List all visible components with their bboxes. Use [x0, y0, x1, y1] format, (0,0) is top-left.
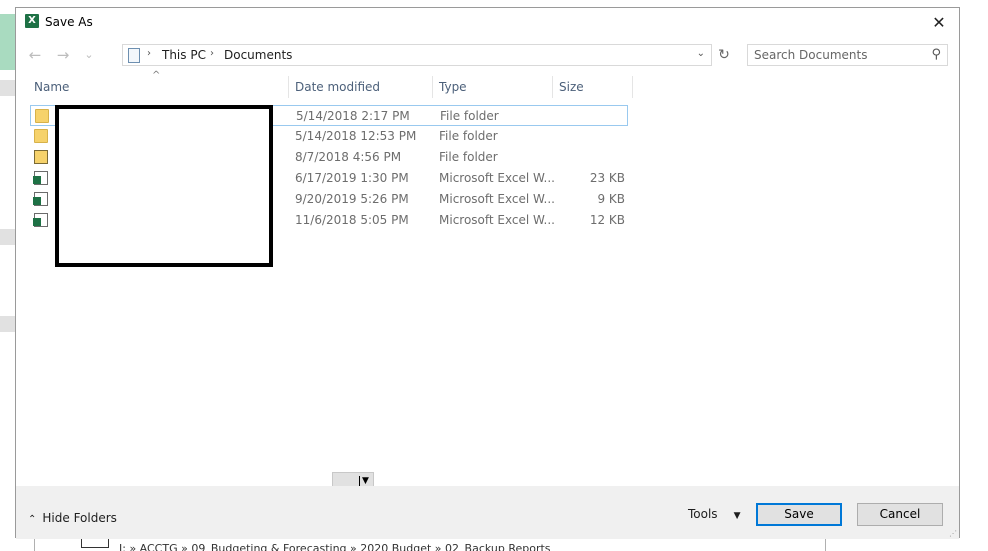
- hide-folders-label: Hide Folders: [42, 511, 117, 525]
- folder-icon: [34, 129, 48, 143]
- address-dropdown-icon[interactable]: ⌄: [697, 48, 705, 59]
- breadcrumb-documents[interactable]: Documents: [224, 48, 292, 62]
- title-bar: X Save As ✕: [16, 8, 959, 38]
- background-excel-cell: [0, 80, 16, 96]
- excel-app-icon: X: [25, 14, 39, 28]
- column-headers: ^ Name Date modified Type Size: [16, 70, 633, 98]
- background-excel-cell: [0, 229, 16, 245]
- breadcrumb-this-pc[interactable]: This PC: [162, 48, 206, 62]
- recent-locations-icon[interactable]: ⌄: [80, 46, 98, 64]
- file-size: 9 KB: [597, 192, 625, 206]
- background-excel-cell: [0, 316, 16, 332]
- excel-file-icon: [33, 171, 48, 185]
- file-size: 23 KB: [589, 171, 625, 185]
- file-date: 8/7/2018 4:56 PM: [295, 150, 402, 164]
- dropdown-arrow-icon[interactable]: ▼: [362, 476, 369, 486]
- file-type: Microsoft Excel W...: [439, 213, 555, 227]
- address-bar[interactable]: › This PC › Documents ⌄: [122, 44, 712, 66]
- redaction-box: [55, 105, 273, 267]
- cancel-button[interactable]: Cancel: [857, 503, 943, 526]
- file-type: Microsoft Excel W...: [439, 171, 555, 185]
- chevron-up-icon: ⌃: [28, 514, 37, 525]
- resize-grip-icon[interactable]: ⋰: [949, 529, 957, 538]
- tools-label: Tools: [688, 507, 718, 521]
- search-icon[interactable]: ⚲: [931, 47, 941, 62]
- folder-icon: [35, 109, 49, 123]
- file-date: 5/14/2018 2:17 PM: [296, 109, 410, 123]
- column-header-size[interactable]: Size: [553, 76, 633, 98]
- excel-file-icon: [33, 192, 48, 206]
- tools-menu-button[interactable]: Tools ▼: [688, 507, 740, 521]
- dropdown-arrow-icon: ▼: [733, 511, 741, 521]
- search-box[interactable]: ⚲: [747, 44, 948, 66]
- file-type: File folder: [439, 150, 498, 164]
- file-date: 9/20/2019 5:26 PM: [295, 192, 409, 206]
- save-button[interactable]: Save: [756, 503, 842, 526]
- dialog-footer: ⌃ Hide Folders Tools ▼ Save Cancel ⋰: [16, 486, 959, 539]
- background-path-text: J: » ACCTG » 09_Budgeting & Forecasting …: [119, 542, 551, 551]
- background-path-bar: J: » ACCTG » 09_Budgeting & Forecasting …: [34, 537, 826, 551]
- search-input[interactable]: [754, 47, 924, 63]
- file-type: File folder: [440, 109, 499, 123]
- documents-location-icon: [128, 48, 140, 63]
- column-header-date[interactable]: Date modified: [289, 76, 433, 98]
- back-arrow-icon[interactable]: ←: [26, 46, 44, 64]
- navigation-bar: ← → ⌄ › This PC › Documents ⌄ ↻ ⚲: [16, 44, 959, 68]
- column-header-type[interactable]: Type: [433, 76, 553, 98]
- column-header-name[interactable]: Name: [28, 76, 289, 98]
- save-as-dialog: X Save As ✕ ← → ⌄ › This PC › Documents …: [15, 7, 960, 539]
- file-size: 12 KB: [589, 213, 625, 227]
- close-button[interactable]: ✕: [923, 10, 955, 36]
- dialog-title: Save As: [45, 15, 93, 29]
- excel-file-icon: [33, 213, 48, 227]
- file-type: File folder: [439, 129, 498, 143]
- background-excel-cell: [0, 14, 16, 70]
- file-date: 5/14/2018 12:53 PM: [295, 129, 417, 143]
- file-date: 6/17/2019 1:30 PM: [295, 171, 409, 185]
- file-date: 11/6/2018 5:05 PM: [295, 213, 409, 227]
- hide-folders-button[interactable]: ⌃ Hide Folders: [28, 511, 117, 525]
- refresh-icon[interactable]: ↻: [716, 45, 732, 65]
- forward-arrow-icon[interactable]: →: [54, 46, 72, 64]
- breadcrumb-separator-icon[interactable]: ›: [210, 48, 214, 59]
- breadcrumb-separator-icon: ›: [147, 48, 151, 59]
- special-folder-icon: [34, 150, 48, 164]
- file-type: Microsoft Excel W...: [439, 192, 555, 206]
